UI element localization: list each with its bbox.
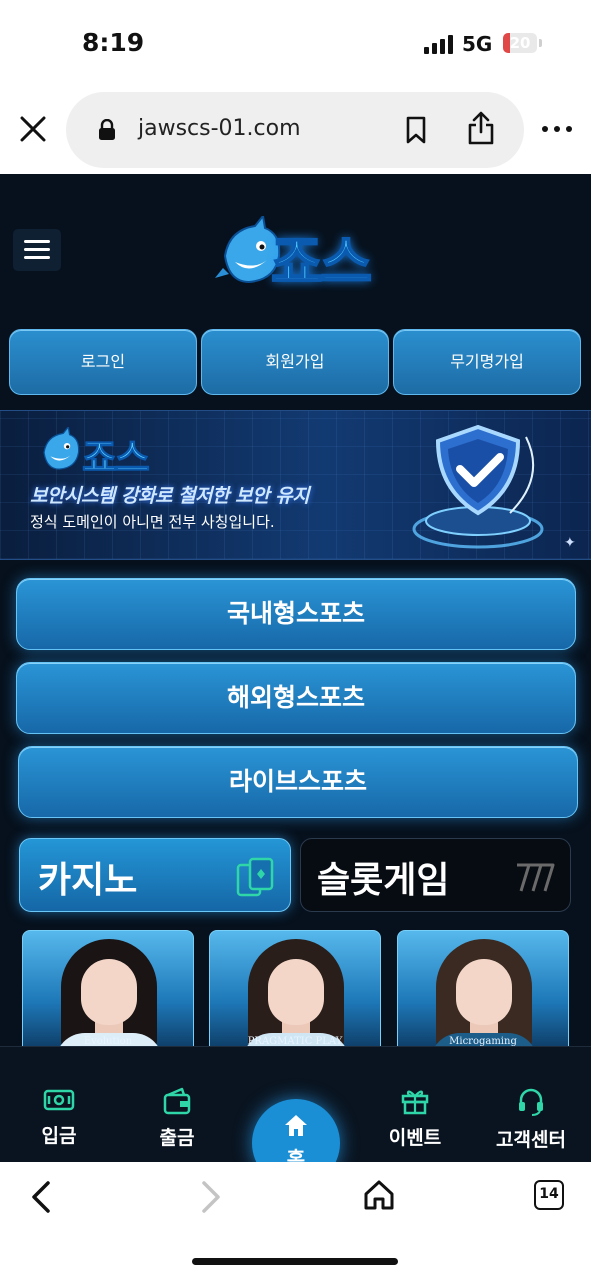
network-type: 5G	[462, 32, 493, 56]
url-text: jawscs-01.com	[138, 116, 301, 141]
site-bottom-nav: 입금 출금 홈 이벤트 고객센터	[0, 1046, 591, 1162]
cards-icon	[236, 857, 274, 897]
casino-button[interactable]: 카지노	[19, 838, 291, 912]
banner-shark-icon	[43, 427, 80, 470]
nav-event-label: 이벤트	[388, 1127, 442, 1149]
slot-label: 슬롯게임	[317, 860, 450, 901]
back-icon[interactable]	[28, 1180, 56, 1214]
battery-icon: 20	[503, 33, 537, 53]
shield-check-icon	[412, 424, 544, 549]
provider-card-microgaming[interactable]: Microgaming	[397, 930, 569, 1050]
slot-games-button[interactable]: 슬롯게임	[300, 838, 571, 912]
close-icon[interactable]	[18, 114, 48, 144]
banner-subline: 정식 도메인이 아니면 전부 사칭입니다.	[30, 513, 275, 531]
browser-home-icon[interactable]	[362, 1178, 396, 1212]
model-face	[268, 959, 324, 1025]
nav-withdraw[interactable]: 출금	[132, 1087, 222, 1157]
nav-home-label: 홈	[286, 1147, 306, 1162]
live-sports-button[interactable]: 라이브스포츠	[18, 746, 578, 818]
site-content: 죠스 로그인 회원가입 무기명가입 죠스 보안시스템 강화로 철저한 보안 유지…	[0, 174, 591, 1162]
home-icon	[285, 1115, 307, 1136]
sparkle-icon: ✦	[564, 535, 576, 551]
nav-support[interactable]: 고객센터	[486, 1087, 576, 1157]
browser-toolbar: 14	[0, 1162, 591, 1280]
nav-deposit[interactable]: 입금	[14, 1087, 104, 1157]
status-time: 8:19	[82, 28, 145, 57]
model-face	[81, 959, 137, 1025]
nav-support-label: 고객센터	[496, 1129, 566, 1151]
banner-logo: 죠스	[36, 425, 176, 481]
lock-icon	[99, 119, 115, 140]
overseas-sports-button[interactable]: 해외형스포츠	[16, 662, 576, 734]
domestic-sports-button[interactable]: 국내형스포츠	[16, 578, 576, 650]
logo-text: 죠스	[270, 230, 373, 297]
home-indicator	[192, 1258, 398, 1265]
site-logo[interactable]: 죠스	[215, 212, 390, 297]
bookmark-icon[interactable]	[404, 116, 428, 144]
provider-card-pragmatic[interactable]: PRAGMATIC PLAY	[209, 930, 381, 1050]
money-icon	[43, 1089, 75, 1111]
headset-icon	[519, 1088, 543, 1116]
more-options-icon[interactable]	[540, 126, 574, 134]
nav-event[interactable]: 이벤트	[370, 1087, 460, 1157]
forward-icon[interactable]	[196, 1180, 224, 1214]
signal-icon	[424, 34, 454, 54]
browser-url-bar: jawscs-01.com	[0, 88, 591, 174]
banner-logo-text: 죠스	[82, 436, 151, 481]
tabs-button[interactable]: 14	[534, 1180, 564, 1210]
signup-button[interactable]: 회원가입	[201, 329, 389, 395]
anonymous-signup-button[interactable]: 무기명가입	[393, 329, 581, 395]
address-field[interactable]: jawscs-01.com	[66, 92, 524, 168]
gift-icon	[401, 1090, 429, 1115]
nav-home[interactable]: 홈	[252, 1099, 340, 1162]
wallet-icon	[163, 1087, 191, 1115]
banner-headline: 보안시스템 강화로 철저한 보안 유지	[30, 485, 310, 507]
auth-buttons: 로그인 회원가입 무기명가입	[9, 329, 582, 395]
menu-icon[interactable]	[13, 229, 61, 271]
login-button[interactable]: 로그인	[9, 329, 197, 395]
battery-tip	[539, 39, 542, 47]
model-face	[456, 959, 512, 1025]
status-bar: 8:19 5G 20	[0, 0, 591, 88]
lucky-seven-icon	[517, 863, 555, 892]
nav-withdraw-label: 출금	[159, 1127, 195, 1149]
battery-level: 20	[509, 34, 531, 52]
share-icon[interactable]	[466, 110, 496, 146]
game-provider-cards: Evolution PRAGMATIC PLAY Microgaming	[22, 930, 570, 1050]
casino-label: 카지노	[38, 860, 138, 901]
nav-deposit-label: 입금	[41, 1125, 77, 1147]
provider-card-evolution[interactable]: Evolution	[22, 930, 194, 1050]
security-banner[interactable]: 죠스 보안시스템 강화로 철저한 보안 유지 정식 도메인이 아니면 전부 사칭…	[0, 410, 591, 560]
